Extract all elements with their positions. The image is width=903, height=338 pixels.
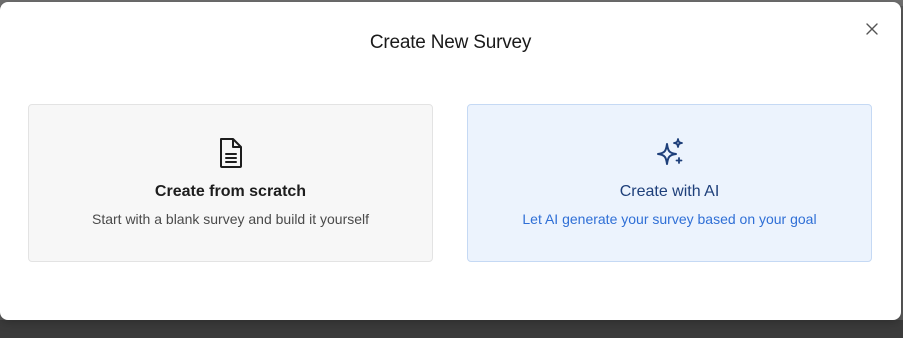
close-button[interactable] xyxy=(862,19,882,39)
create-from-scratch-card[interactable]: Create from scratch Start with a blank s… xyxy=(28,104,433,262)
ai-card-description: Let AI generate your survey based on you… xyxy=(522,211,817,227)
scratch-card-description: Start with a blank survey and build it y… xyxy=(91,211,370,227)
document-icon xyxy=(219,138,242,168)
scratch-card-title: Create from scratch xyxy=(154,183,307,200)
ai-card-title: Create with AI xyxy=(619,183,720,200)
create-with-ai-card[interactable]: Create with AI Let AI generate your surv… xyxy=(467,104,872,262)
card-icon-wrap xyxy=(468,137,871,169)
create-survey-modal: Create New Survey Create from scratch St… xyxy=(0,2,901,320)
modal-title: Create New Survey xyxy=(369,32,532,53)
card-icon-wrap xyxy=(29,137,432,169)
close-icon[interactable] xyxy=(866,23,878,35)
backdrop-bottom-strip xyxy=(0,320,903,338)
sparkles-icon xyxy=(656,138,683,165)
